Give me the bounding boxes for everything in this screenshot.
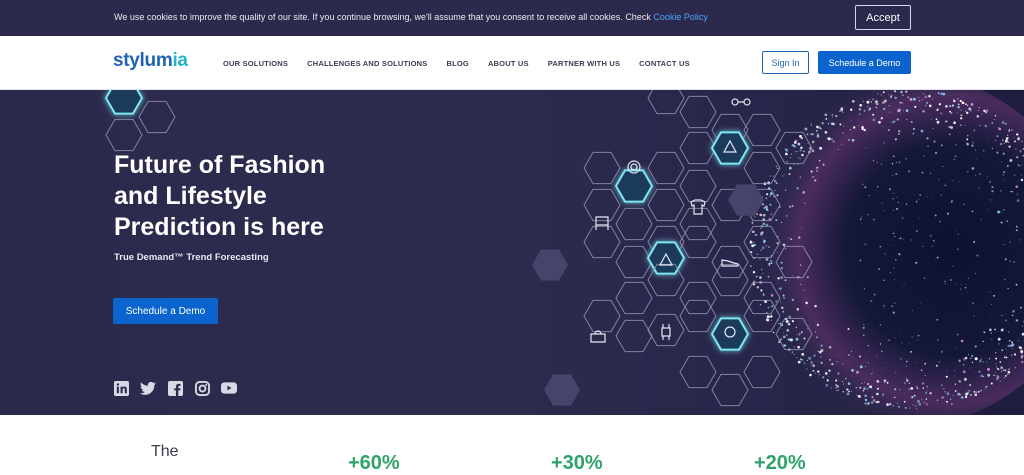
hexagon [679,281,717,315]
nav-contact-us[interactable]: CONTACT US [639,59,690,68]
instagram-icon[interactable] [194,380,210,396]
hexagon [679,169,717,203]
hexagon [679,299,717,333]
hexagon [614,169,654,203]
hexagon [583,151,621,185]
schedule-demo-button-header[interactable]: Schedule a Demo [818,51,911,74]
globe-shape [735,90,1024,415]
nav-challenges-and-solutions[interactable]: CHALLENGES AND SOLUTIONS [307,59,427,68]
handbag-icon [590,330,606,343]
linkedin-icon[interactable] [113,380,129,396]
chair-icon [595,216,609,230]
sign-in-button[interactable]: Sign In [762,51,809,74]
hero-section: Future of Fashion and Lifestyle Predicti… [0,90,1024,415]
youtube-icon[interactable] [221,380,237,396]
sunglasses-icon [731,98,751,106]
hexagon [138,100,176,134]
logo[interactable]: stylumia [113,50,188,72]
hexagon [544,374,580,406]
stats-section: The +60% +30% +20% [0,415,1024,474]
cookie-message: We use cookies to improve the quality of… [114,12,708,22]
accept-cookies-button[interactable]: Accept [855,5,911,30]
social-links [113,380,237,396]
nav-our-solutions[interactable]: OUR SOLUTIONS [223,59,288,68]
stat-value-3: +20% [754,452,806,474]
hexagon [647,313,685,347]
hexagon-grid [104,90,813,407]
hexagon [679,131,717,165]
hero-subtitle: True Demand™ Trend Forecasting [114,252,269,263]
hexagon [679,95,717,129]
hexagon [647,90,685,115]
hexagon [615,319,653,353]
hexagon [743,355,781,389]
hexagon [105,118,143,152]
hexagon [104,90,144,115]
tshirt-icon [690,199,706,215]
cookie-policy-link[interactable]: Cookie Policy [653,12,708,22]
hero-title: Future of Fashion and Lifestyle Predicti… [114,151,326,241]
hexagon [679,225,717,259]
nav-blog[interactable]: BLOG [446,59,468,68]
hexagon [679,207,717,241]
hexagon [647,188,685,222]
schedule-demo-button-hero[interactable]: Schedule a Demo [113,298,218,324]
stat-value-2: +30% [551,452,603,474]
nav-partner-with-us[interactable]: PARTNER WITH US [548,59,620,68]
hexagon [615,245,653,279]
nav-about-us[interactable]: ABOUT US [488,59,529,68]
hexagon [647,151,685,185]
hexagon [679,355,717,389]
hexagon [532,249,568,281]
hexagon [646,241,686,275]
main-nav: OUR SOLUTIONS CHALLENGES AND SOLUTIONS B… [223,59,690,68]
hexagon [583,299,621,333]
hexagon [711,373,749,407]
hexagon [615,281,653,315]
stats-intro: The [151,443,179,460]
facebook-icon[interactable] [167,380,183,396]
hexagon [583,225,621,259]
cookie-banner: We use cookies to improve the quality of… [0,0,1024,36]
twitter-icon[interactable] [140,380,156,396]
watch-icon [661,324,671,340]
stat-value-1: +60% [348,452,400,474]
hexagon [615,207,653,241]
hexagon [710,131,750,165]
hexagon [583,188,621,222]
site-header: stylumia OUR SOLUTIONS CHALLENGES AND SO… [0,36,1024,90]
hexagon [710,317,750,351]
